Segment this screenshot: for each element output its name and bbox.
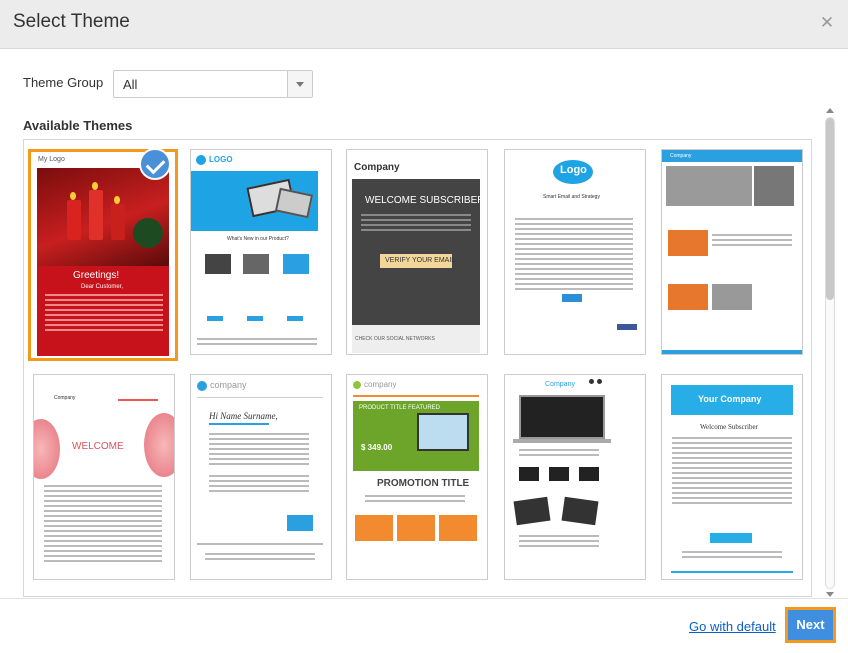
theme-title: Welcome Subscriber [700, 423, 758, 431]
theme-heading: My Logo [38, 156, 65, 163]
theme-hero-image [519, 395, 605, 439]
themes-grid: My Logo Greetings! Dear Customer, LOGO W… [23, 139, 812, 597]
close-icon[interactable]: ✕ [818, 14, 836, 32]
theme-promo-title: PROMOTION TITLE [377, 478, 470, 489]
theme-card[interactable]: LOGO What's New in our Product? [190, 149, 332, 355]
themes-scrollbar[interactable] [824, 108, 836, 598]
theme-card[interactable]: My Logo Greetings! Dear Customer, [28, 149, 178, 361]
theme-title: Hi Name Surname, [209, 411, 278, 421]
dialog-header: Select Theme ✕ [0, 0, 848, 49]
theme-card[interactable]: Company WELCOME SUBSCRIBER VERIFY YOUR E… [346, 149, 488, 355]
theme-heading: company [210, 380, 247, 390]
theme-title: Greetings! [73, 270, 120, 281]
theme-hero-image [666, 166, 752, 206]
theme-hero-image [37, 168, 169, 266]
theme-card[interactable]: company Hi Name Surname, [190, 374, 332, 580]
theme-group-select[interactable]: All [113, 70, 313, 98]
theme-card[interactable]: Company [504, 374, 646, 580]
theme-title: What's New in our Product? [227, 236, 289, 242]
theme-button-label: VERIFY YOUR EMAIL [385, 257, 456, 264]
theme-heading: Company [354, 162, 400, 173]
theme-card[interactable]: Logo Smart Email and Strategy [504, 149, 646, 355]
theme-card[interactable]: company PRODUCT TITLE FEATURED $ 349.00 … [346, 374, 488, 580]
chevron-down-icon[interactable] [287, 71, 312, 97]
theme-heading: Logo [560, 164, 587, 176]
dialog-title: Select Theme [13, 11, 130, 32]
theme-footer-text: CHECK OUR SOCIAL NETWORKS [355, 336, 435, 342]
theme-heading: LOGO [209, 155, 233, 164]
next-button[interactable]: Next [785, 607, 836, 643]
theme-heading: company [364, 380, 397, 389]
theme-card[interactable]: Company WELCOME [33, 374, 175, 580]
selected-check-icon [139, 148, 171, 180]
available-themes-heading: Available Themes [23, 118, 133, 133]
flower-image [144, 413, 174, 477]
theme-title: PRODUCT TITLE FEATURED [359, 405, 441, 411]
scroll-thumb[interactable] [826, 118, 834, 300]
theme-card[interactable]: Your Company Welcome Subscriber [661, 374, 803, 580]
theme-heading: Your Company [698, 394, 762, 404]
theme-title: WELCOME SUBSCRIBER [365, 195, 485, 206]
scroll-down-icon[interactable] [826, 592, 834, 597]
theme-heading: Company [54, 395, 76, 401]
theme-price: $ 349.00 [361, 443, 393, 452]
theme-card[interactable]: Company [661, 149, 803, 355]
theme-heading: Company [545, 381, 575, 388]
theme-title: WELCOME [72, 441, 124, 452]
theme-heading: Company [670, 153, 692, 159]
scroll-up-icon[interactable] [826, 108, 834, 113]
theme-group-label: Theme Group [23, 75, 104, 90]
theme-subtitle: Dear Customer, [81, 284, 124, 290]
flower-image [34, 419, 60, 479]
theme-hero-image [353, 401, 479, 471]
theme-hero-image [191, 171, 318, 231]
select-theme-dialog: Select Theme ✕ Theme Group All Available… [0, 0, 848, 653]
theme-group-value: All [123, 77, 138, 92]
go-with-default-link[interactable]: Go with default [689, 619, 776, 634]
theme-title: Smart Email and Strategy [543, 194, 600, 200]
